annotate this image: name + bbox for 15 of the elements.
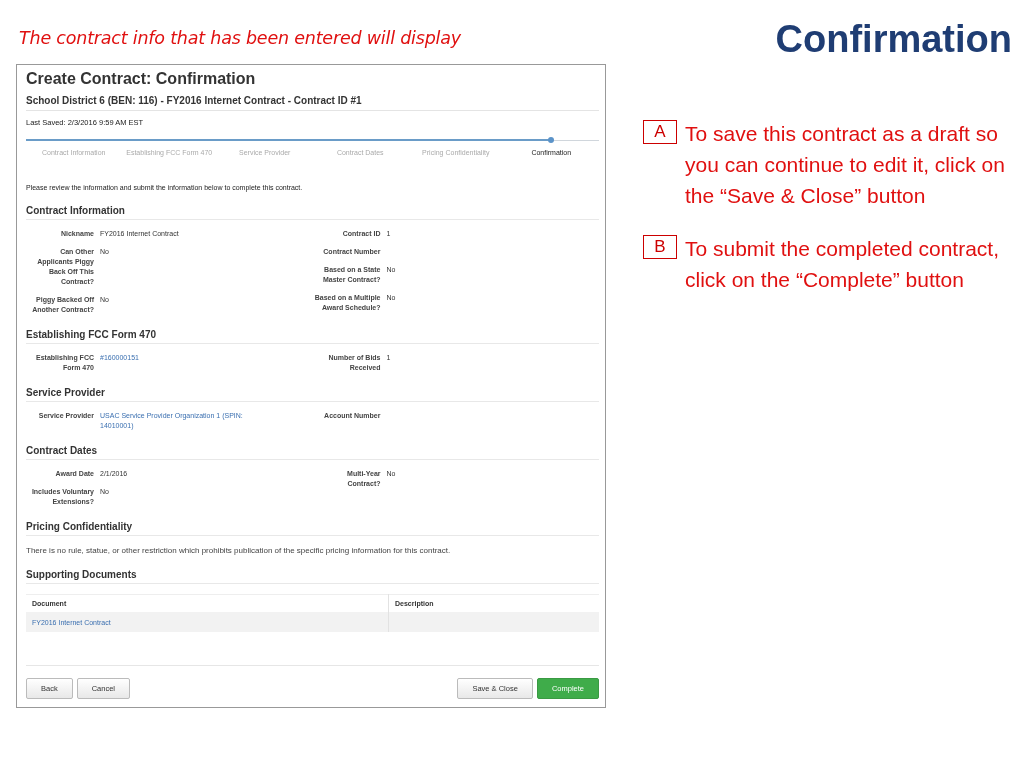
callout-letter: A — [643, 120, 677, 144]
slide-title: Confirmation — [774, 17, 1013, 61]
section-heading: Establishing FCC Form 470 — [26, 329, 599, 344]
section-heading: Pricing Confidentiality — [26, 521, 599, 536]
section-heading: Supporting Documents — [26, 569, 599, 584]
page-title: Create Contract: Confirmation — [26, 70, 257, 88]
callout-text: To save this contract as a draft so you can continue to edit it, click on the “Save & Close” button — [685, 121, 1005, 209]
callout-text: To submit the completed contract, click on the “Complete” button — [685, 236, 1000, 293]
section-heading: Service Provider — [26, 387, 599, 402]
section-heading: Contract Dates — [26, 445, 599, 460]
page-subtitle: School District 6 (BEN: 116) - FY2016 Internet Contract - Contract ID #1 — [26, 95, 599, 111]
confidentiality-text: There is no rule, statue, or other restriction which prohibits publication of the specific pricing information for this contract. — [26, 546, 452, 555]
slide-caption: The contract info that has been entered will display — [19, 28, 462, 50]
callout-letter: B — [643, 235, 677, 259]
section-heading: Contract Information — [26, 205, 599, 220]
